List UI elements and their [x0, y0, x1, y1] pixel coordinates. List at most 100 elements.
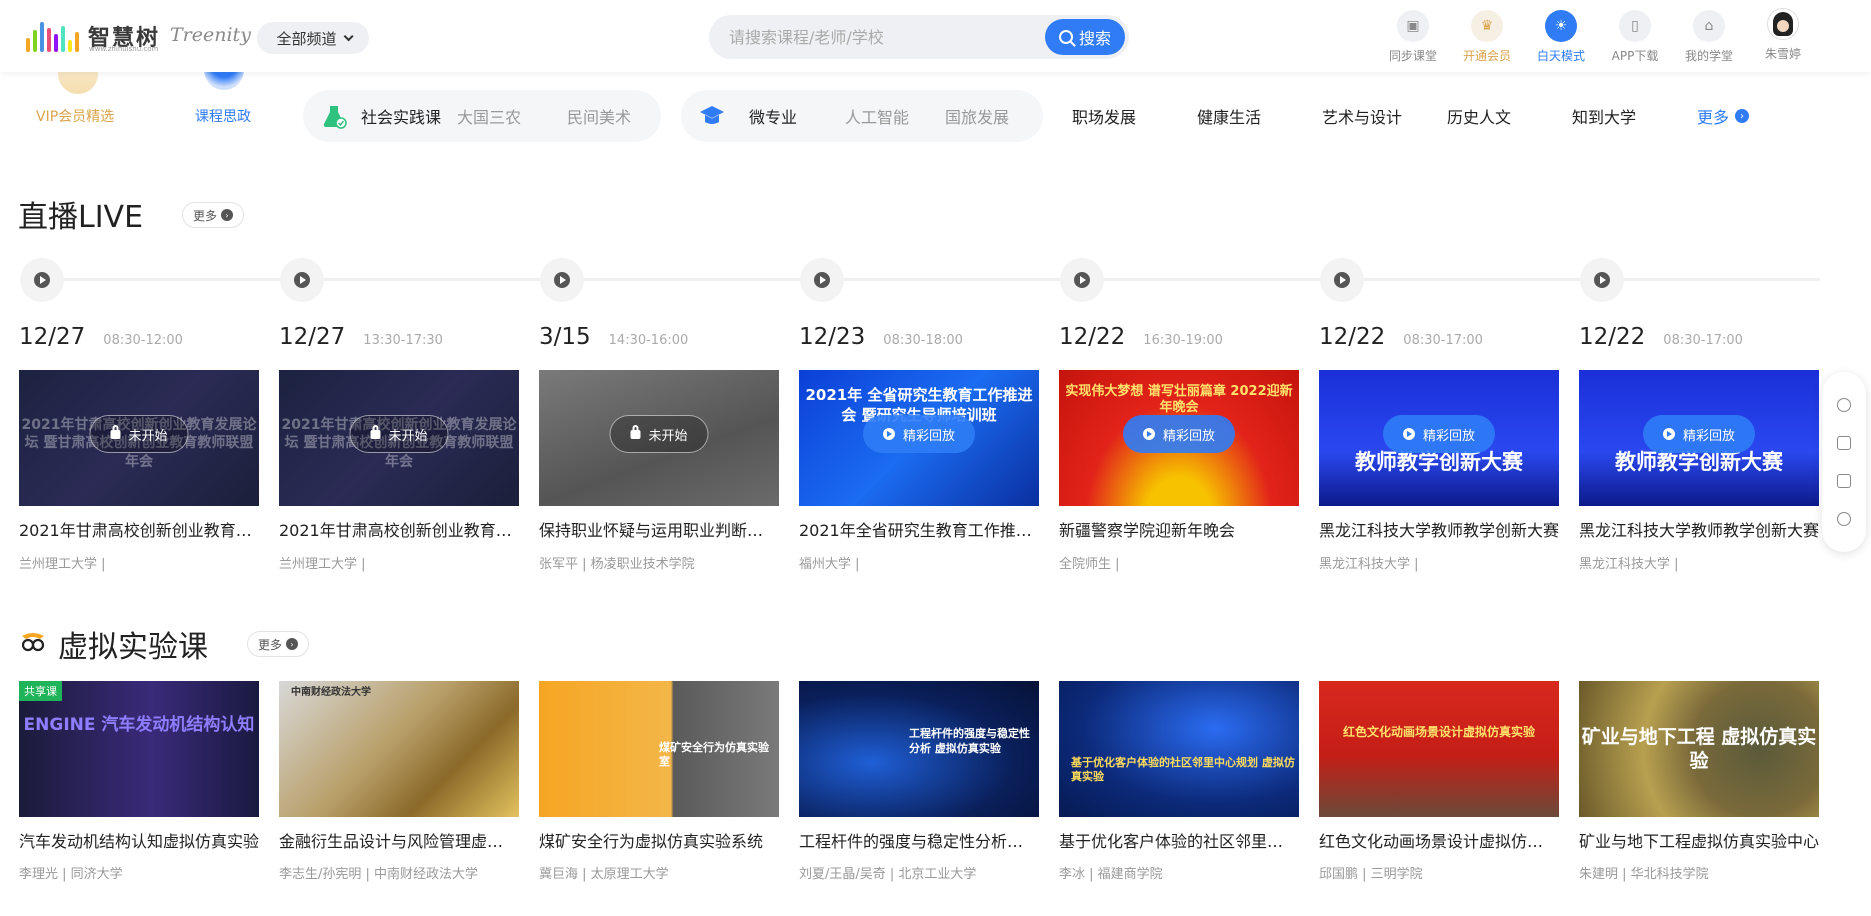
- vip-selection[interactable]: VIP会员精选: [28, 64, 128, 130]
- shared-course-tag: 共享课: [19, 681, 62, 701]
- live-thumbnail[interactable]: 教师教学创新大赛 精彩回放: [1319, 370, 1559, 506]
- live-thumbnail[interactable]: 实现伟大梦想 谱写壮丽篇章 2022迎新年晚会 精彩回放: [1059, 370, 1299, 506]
- lab-thumbnail[interactable]: 中南财经政法大学: [279, 681, 519, 817]
- lab-thumbnail[interactable]: 煤矿安全行为仿真实验室: [539, 681, 779, 817]
- live-more-button[interactable]: 更多 ›: [182, 202, 245, 228]
- nav-my-study[interactable]: ⌂ 我的学堂: [1674, 10, 1744, 64]
- lab-card[interactable]: ENGINE 汽车发动机结构认知 共享课 汽车发动机结构认知虚拟仿真实验 李理光…: [19, 681, 259, 882]
- live-host: 兰州理工大学 |: [19, 557, 106, 572]
- virtual-lab-more-button[interactable]: 更多 ›: [247, 631, 310, 657]
- lab-card[interactable]: 煤矿安全行为仿真实验室 煤矿安全行为虚拟仿真实验系统 冀巨海 | 太原理工大学: [539, 681, 779, 882]
- lab-title[interactable]: 矿业与地下工程虚拟仿真实验中心: [1579, 828, 1819, 852]
- category-health[interactable]: 健康生活: [1197, 104, 1261, 128]
- back-to-top-icon[interactable]: [1837, 512, 1851, 526]
- live-card[interactable]: 12/27 13:30-17:30 2021年甘肃高校创新创业教育发展论坛 暨甘…: [279, 324, 519, 572]
- live-title[interactable]: 黑龙江科技大学教师教学创新大赛: [1579, 517, 1819, 541]
- nav-day-mode[interactable]: ☀ 白天模式: [1526, 10, 1596, 64]
- live-card[interactable]: 12/23 08:30-18:00 2021年 全省研究生教育工作推进会 暨研究…: [799, 324, 1039, 572]
- live-card[interactable]: 12/22 08:30-17:00 教师教学创新大赛 精彩回放 黑龙江科技大学教…: [1579, 324, 1819, 572]
- tourism-link[interactable]: 国旅发展: [945, 104, 1009, 128]
- play-icon: [294, 272, 310, 288]
- live-time: 14:30-16:00: [608, 333, 689, 348]
- lab-card[interactable]: 工程杆件的强度与稳定性分析 虚拟仿真实验 工程杆件的强度与稳定性分析虚拟仿真实验…: [799, 681, 1039, 882]
- vip-label: VIP会员精选: [36, 109, 115, 125]
- categories-more-button[interactable]: 更多 ›: [1697, 104, 1750, 128]
- nav-sync-classroom[interactable]: ▣ 同步课堂: [1378, 10, 1448, 64]
- thumbnail-caption: 中南财经政法大学: [291, 687, 371, 699]
- replay-badge: 精彩回放: [1642, 415, 1756, 453]
- state-label: 精彩回放: [1422, 428, 1476, 444]
- live-title[interactable]: 2021年甘肃高校创新创业教育发展论坛暨甘肃高校创新创业教育教师联盟年会: [19, 517, 259, 541]
- nav-label: 白天模式: [1536, 49, 1585, 63]
- lab-card[interactable]: 红色文化动画场景设计虚拟仿真实验 红色文化动画场景设计虚拟仿真实验 邱国鹏 | …: [1319, 681, 1559, 882]
- live-card[interactable]: 3/15 14:30-16:00 未开始 保持职业怀疑与运用职业判断：审计实务案…: [539, 324, 779, 572]
- lab-title[interactable]: 煤矿安全行为虚拟仿真实验系统: [539, 828, 779, 852]
- social-practice-link[interactable]: 社会实践课: [361, 104, 441, 128]
- live-thumbnail[interactable]: 2021年甘肃高校创新创业教育发展论坛 暨甘肃高校创新创业教育教师联盟年会 未开…: [279, 370, 519, 506]
- live-card[interactable]: 12/27 08:30-12:00 2021年甘肃高校创新创业教育发展论坛 暨甘…: [19, 324, 259, 572]
- live-thumbnail[interactable]: 未开始: [539, 370, 779, 506]
- avatar[interactable]: [1767, 8, 1799, 40]
- chevron-down-icon: [343, 30, 354, 41]
- lab-thumbnail[interactable]: 矿业与地下工程 虚拟仿真实验: [1579, 681, 1819, 817]
- search-input[interactable]: [729, 15, 1029, 59]
- virtual-lab-section-title: 虚拟实验课: [58, 630, 208, 665]
- category-career[interactable]: 职场发展: [1072, 104, 1136, 128]
- course-sizheng[interactable]: 课程思政: [190, 64, 260, 130]
- live-title[interactable]: 保持职业怀疑与运用职业判断：审计实务案例分享: [539, 517, 779, 541]
- flask-icon: [323, 106, 347, 129]
- state-label: 精彩回放: [902, 428, 956, 444]
- live-card[interactable]: 12/22 16:30-19:00 实现伟大梦想 谱写壮丽篇章 2022迎新年晚…: [1059, 324, 1299, 572]
- logo-url: www.zhihuishu.com: [89, 45, 159, 53]
- agriculture-link[interactable]: 大国三农: [457, 104, 521, 128]
- side-toolbar: [1822, 372, 1866, 552]
- live-date: 3/15: [539, 324, 591, 350]
- logo-bars-icon[interactable]: [26, 18, 79, 52]
- home-icon: ⌂: [1693, 10, 1725, 42]
- channel-label: 全部频道: [276, 29, 337, 48]
- lab-thumbnail[interactable]: ENGINE 汽车发动机结构认知 共享课: [19, 681, 259, 817]
- lab-title[interactable]: 汽车发动机结构认知虚拟仿真实验: [19, 828, 259, 852]
- nav-vip[interactable]: ♛ 开通会员: [1452, 10, 1522, 64]
- micro-major-link[interactable]: 微专业: [749, 104, 797, 128]
- nav-user[interactable]: 朱雪婷: [1748, 8, 1818, 62]
- live-card[interactable]: 12/22 08:30-17:00 教师教学创新大赛 精彩回放 黑龙江科技大学教…: [1319, 324, 1559, 572]
- live-thumbnail[interactable]: 教师教学创新大赛 精彩回放: [1579, 370, 1819, 506]
- search-button[interactable]: 搜索: [1045, 19, 1125, 55]
- refresh-icon[interactable]: [1837, 398, 1851, 412]
- qrcode-icon[interactable]: [1837, 474, 1851, 488]
- live-title[interactable]: 2021年全省研究生教育工作推进会暨研究生导师培训班: [799, 517, 1039, 541]
- lab-title[interactable]: 金融衍生品设计与风险管理虚拟仿真实验: [279, 828, 519, 852]
- lab-thumbnail[interactable]: 基于优化客户体验的社区邻里中心规划 虚拟仿真实验: [1059, 681, 1299, 817]
- channel-dropdown[interactable]: 全部频道: [257, 22, 369, 54]
- live-time: 08:30-18:00: [883, 333, 963, 348]
- category-history[interactable]: 历史人文: [1447, 104, 1511, 128]
- live-title[interactable]: 2021年甘肃高校创新创业教育发展论坛暨甘肃高校创新创业教育教师联盟年会: [279, 517, 519, 541]
- state-label: 精彩回放: [1682, 428, 1736, 444]
- nav-app-download[interactable]: ▯ APP下载: [1600, 10, 1670, 64]
- lab-title[interactable]: 工程杆件的强度与稳定性分析虚拟仿真实验: [799, 828, 1039, 852]
- lab-title[interactable]: 红色文化动画场景设计虚拟仿真实验: [1319, 828, 1559, 852]
- user-name: 朱雪婷: [1764, 47, 1801, 61]
- feedback-icon[interactable]: [1837, 436, 1851, 450]
- nav-label: 我的学堂: [1684, 49, 1733, 63]
- play-icon: [554, 272, 570, 288]
- category-zhidao-university[interactable]: 知到大学: [1572, 104, 1636, 128]
- category-art-design[interactable]: 艺术与设计: [1322, 104, 1402, 128]
- chevron-right-icon: ›: [1735, 109, 1750, 123]
- play-icon: [814, 272, 830, 288]
- lab-title[interactable]: 基于优化客户体验的社区邻里中心规划虚拟仿真实验: [1059, 828, 1299, 852]
- ai-link[interactable]: 人工智能: [845, 104, 909, 128]
- lab-card[interactable]: 矿业与地下工程 虚拟仿真实验 矿业与地下工程虚拟仿真实验中心 朱建明 | 华北科…: [1579, 681, 1819, 882]
- lab-thumbnail[interactable]: 工程杆件的强度与稳定性分析 虚拟仿真实验: [799, 681, 1039, 817]
- folk-art-link[interactable]: 民间美术: [567, 104, 631, 128]
- lab-thumbnail[interactable]: 红色文化动画场景设计虚拟仿真实验: [1319, 681, 1559, 817]
- lab-card[interactable]: 基于优化客户体验的社区邻里中心规划 虚拟仿真实验 基于优化客户体验的社区邻里中心…: [1059, 681, 1299, 882]
- live-title[interactable]: 新疆警察学院迎新年晚会: [1059, 517, 1299, 541]
- lab-card[interactable]: 中南财经政法大学 金融衍生品设计与风险管理虚拟仿真实验 李志生/孙宪明 | 中南…: [279, 681, 519, 882]
- state-label: 未开始: [648, 428, 688, 444]
- live-thumbnail[interactable]: 2021年 全省研究生教育工作推进会 暨研究生导师培训班 精彩回放: [799, 370, 1039, 506]
- live-thumbnail[interactable]: 2021年甘肃高校创新创业教育发展论坛 暨甘肃高校创新创业教育教师联盟年会 未开…: [19, 370, 259, 506]
- live-title[interactable]: 黑龙江科技大学教师教学创新大赛: [1319, 517, 1559, 541]
- more-label: 更多: [1697, 108, 1730, 127]
